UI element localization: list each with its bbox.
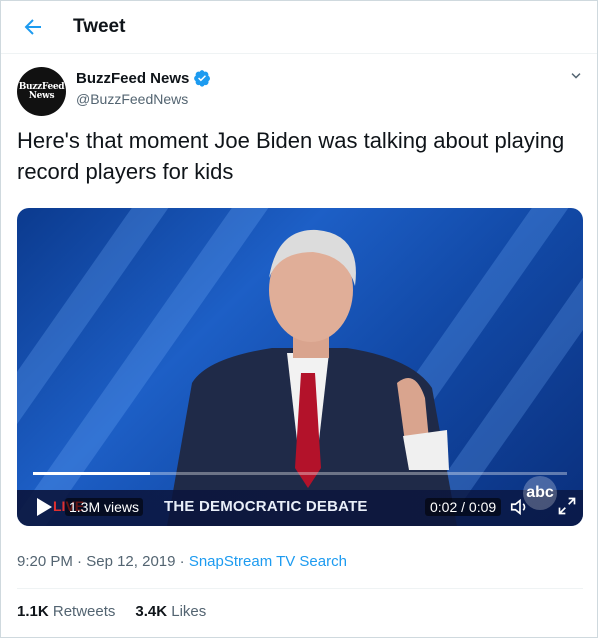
tweet-source-link[interactable]: SnapStream TV Search	[189, 553, 347, 570]
retweets-count: 1.1K	[17, 603, 49, 620]
tweet-date[interactable]: Sep 12, 2019	[86, 553, 175, 570]
back-arrow-icon[interactable]	[21, 15, 45, 39]
divider	[17, 588, 583, 589]
volume-icon[interactable]	[509, 496, 531, 518]
tweet-time[interactable]: 9:20 PM	[17, 553, 73, 570]
fullscreen-icon[interactable]	[557, 496, 577, 516]
verified-badge-icon	[194, 70, 211, 87]
tweet-stats: 1.1K Retweets 3.4K Likes	[17, 603, 206, 620]
retweets-stat[interactable]: 1.1K Retweets	[17, 603, 115, 620]
chevron-down-icon[interactable]	[567, 67, 585, 85]
author-handle[interactable]: @BuzzFeedNews	[76, 91, 188, 107]
video-player[interactable]: LIVE 1.3M views THE DEMOCRATIC DEBATE 0:…	[17, 208, 583, 526]
likes-count: 3.4K	[135, 603, 168, 620]
lower-third-text: THE DEMOCRATIC DEBATE	[164, 498, 368, 515]
likes-label: Likes	[171, 603, 207, 620]
retweets-label: Retweets	[52, 603, 116, 620]
page-title: Tweet	[73, 16, 126, 37]
author-name[interactable]: BuzzFeed News	[76, 69, 211, 87]
meta-separator: ·	[77, 553, 83, 570]
page-header: Tweet	[1, 1, 597, 54]
view-count: 1.3M views	[65, 498, 144, 516]
likes-stat[interactable]: 3.4K Likes	[135, 603, 206, 620]
video-timecode: 0:02 / 0:09	[425, 498, 502, 516]
tweet-meta: 9:20 PM · Sep 12, 2019 · SnapStream TV S…	[17, 553, 347, 570]
tweet-page: Tweet BuzzFeed News BuzzFeed News @BuzzF…	[0, 0, 598, 638]
play-icon[interactable]	[35, 497, 53, 517]
tweet-text: Here's that moment Joe Biden was talking…	[17, 128, 565, 184]
progress-fill	[33, 472, 151, 475]
avatar[interactable]: BuzzFeed News	[17, 67, 66, 116]
author-name-text: BuzzFeed News	[76, 69, 190, 87]
speaker-figure	[167, 229, 457, 526]
avatar-line2: News	[28, 90, 55, 101]
meta-separator: ·	[179, 553, 185, 570]
progress-bar[interactable]	[33, 472, 567, 475]
